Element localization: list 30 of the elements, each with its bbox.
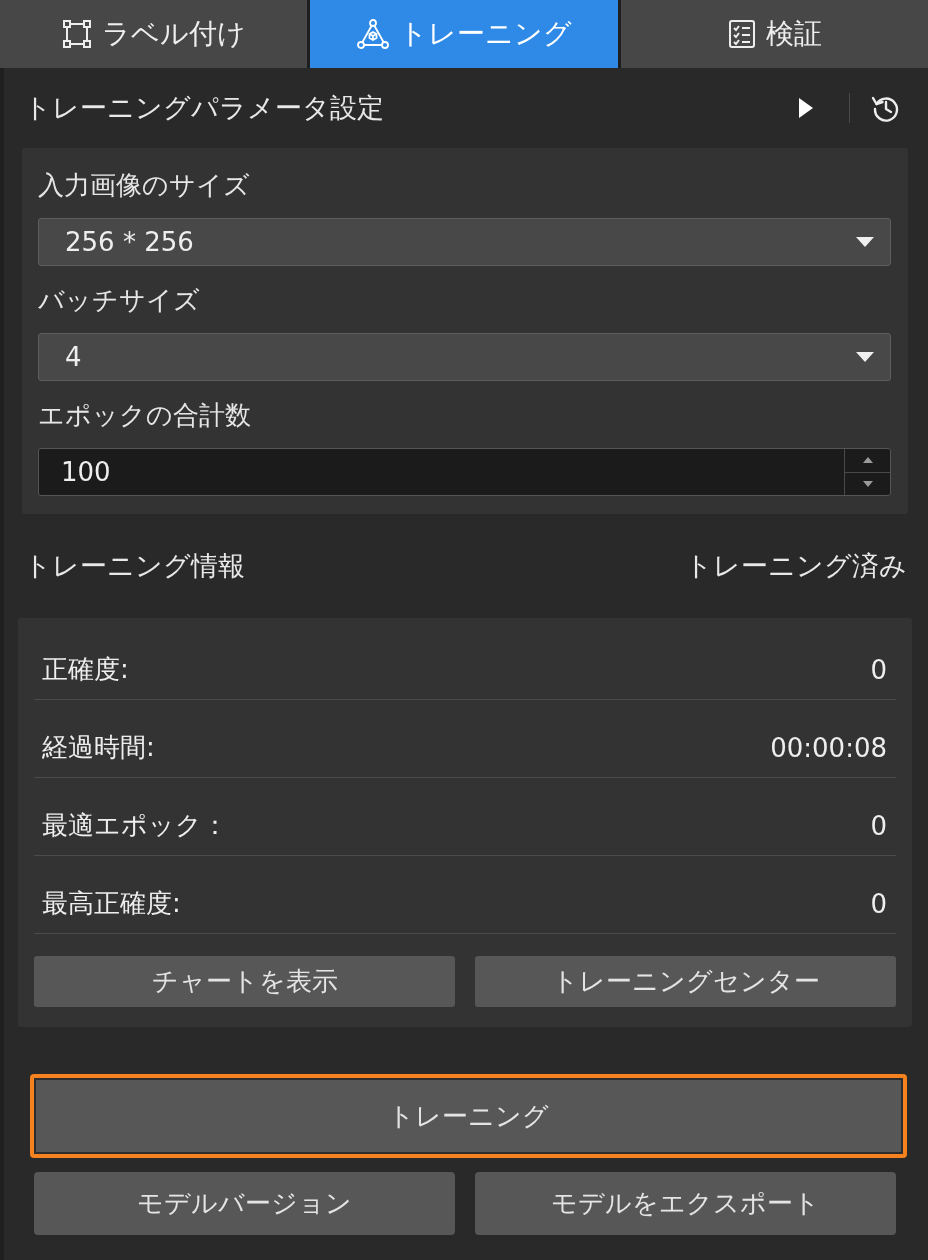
metric-label: 最高正確度: <box>42 887 181 920</box>
triangle-nodes-icon <box>356 19 389 49</box>
tab[interactable]: 検証 <box>621 0 928 68</box>
dropdown[interactable]: 4 <box>38 333 891 381</box>
caret-icon <box>856 352 874 362</box>
metric-value: 0 <box>870 810 887 841</box>
metric-label: 経過時間: <box>42 731 155 764</box>
action-button[interactable]: トレーニングセンター <box>475 956 896 1007</box>
field-label: バッチサイズ <box>38 284 200 317</box>
metric-value: 00:00:08 <box>770 732 887 763</box>
metric-value: 0 <box>870 888 887 919</box>
action-button[interactable]: モデルをエクスポート <box>475 1172 896 1235</box>
caret-icon <box>856 237 874 247</box>
tab[interactable]: ラベル付け <box>0 0 307 68</box>
metric-label: 最適エポック： <box>42 809 228 842</box>
metric-label: 正確度: <box>42 653 129 686</box>
field-label: エポックの合計数 <box>38 399 251 432</box>
status-text: トレーニング済み <box>685 549 907 583</box>
action-button[interactable]: モデルバージョン <box>34 1172 455 1235</box>
metric-value: 0 <box>870 654 887 685</box>
field-label: 入力画像のサイズ <box>38 169 250 202</box>
tab[interactable]: トレーニング <box>310 0 618 68</box>
train-button[interactable]: トレーニング <box>30 1074 907 1158</box>
dropdown[interactable]: 256 * 256 <box>38 218 891 266</box>
checklist-icon <box>727 19 756 49</box>
bounding-box-icon <box>61 19 92 49</box>
play-icon[interactable] <box>799 98 813 118</box>
section-title: トレーニングパラメータ設定 <box>24 91 385 125</box>
action-button[interactable]: チャートを表示 <box>34 956 455 1007</box>
section-title: トレーニング情報 <box>24 549 245 583</box>
